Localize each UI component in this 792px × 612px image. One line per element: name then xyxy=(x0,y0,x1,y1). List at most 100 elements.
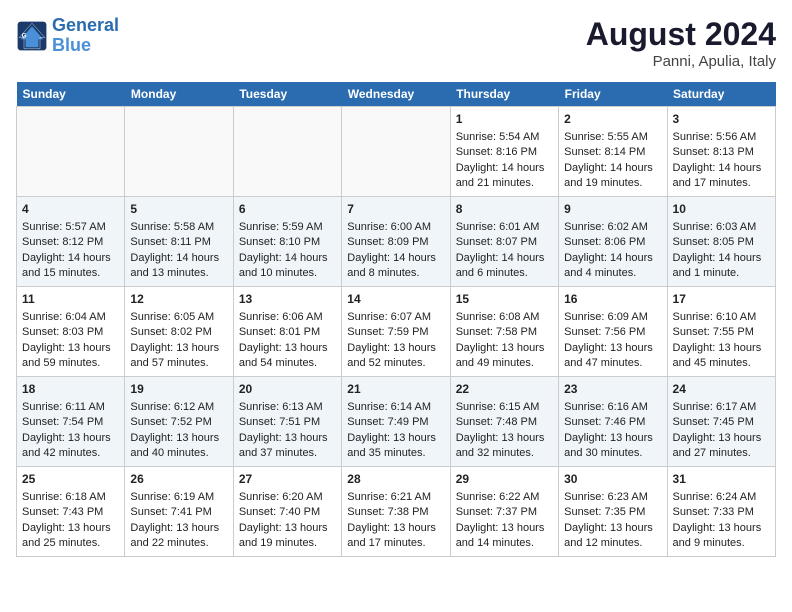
day-number: 2 xyxy=(564,111,661,128)
svg-text:G: G xyxy=(22,32,27,39)
day-info: Sunrise: 5:57 AMSunset: 8:12 PMDaylight:… xyxy=(22,221,111,279)
day-number: 10 xyxy=(673,201,770,218)
day-info: Sunrise: 6:18 AMSunset: 7:43 PMDaylight:… xyxy=(22,491,111,549)
day-number: 11 xyxy=(22,291,119,308)
day-number: 5 xyxy=(130,201,227,218)
calendar-cell: 6 Sunrise: 5:59 AMSunset: 8:10 PMDaylight… xyxy=(233,197,341,287)
day-number: 19 xyxy=(130,381,227,398)
day-number: 6 xyxy=(239,201,336,218)
calendar-cell: 9 Sunrise: 6:02 AMSunset: 8:06 PMDaylight… xyxy=(559,197,667,287)
calendar-cell: 2Sunrise: 5:55 AMSunset: 8:14 PMDaylight… xyxy=(559,107,667,197)
calendar-week-2: 4 Sunrise: 5:57 AMSunset: 8:12 PMDaylight… xyxy=(17,197,776,287)
day-info: Sunrise: 6:00 AMSunset: 8:09 PMDaylight:… xyxy=(347,221,436,279)
calendar-cell: 24 Sunrise: 6:17 AMSunset: 7:45 PMDayligh… xyxy=(667,377,775,467)
day-number: 18 xyxy=(22,381,119,398)
calendar-cell: 15 Sunrise: 6:08 AMSunset: 7:58 PMDayligh… xyxy=(450,287,558,377)
page-header: G General Blue August 2024 Panni, Apulia… xyxy=(16,16,776,70)
title-block: August 2024 Panni, Apulia, Italy xyxy=(586,16,776,70)
calendar-cell: 10Sunrise: 6:03 AMSunset: 8:05 PMDayligh… xyxy=(667,197,775,287)
calendar-cell: 18 Sunrise: 6:11 AMSunset: 7:54 PMDayligh… xyxy=(17,377,125,467)
day-info: Sunrise: 6:01 AMSunset: 8:07 PMDaylight:… xyxy=(456,221,545,279)
day-number: 28 xyxy=(347,471,444,488)
day-info: Sunrise: 5:56 AMSunset: 8:13 PMDaylight:… xyxy=(673,131,762,189)
day-info: Sunrise: 5:54 AMSunset: 8:16 PMDaylight:… xyxy=(456,131,545,189)
day-info: Sunrise: 6:06 AMSunset: 8:01 PMDaylight:… xyxy=(239,311,328,369)
calendar-week-1: 1 Sunrise: 5:54 AMSunset: 8:16 PMDaylight… xyxy=(17,107,776,197)
day-header-tuesday: Tuesday xyxy=(233,82,341,107)
day-number: 24 xyxy=(673,381,770,398)
day-info: Sunrise: 6:24 AMSunset: 7:33 PMDaylight:… xyxy=(673,491,762,549)
day-info: Sunrise: 6:20 AMSunset: 7:40 PMDaylight:… xyxy=(239,491,328,549)
day-info: Sunrise: 6:11 AMSunset: 7:54 PMDaylight:… xyxy=(22,401,111,459)
day-info: Sunrise: 5:59 AMSunset: 8:10 PMDaylight:… xyxy=(239,221,328,279)
day-number: 29 xyxy=(456,471,553,488)
calendar-cell: 4 Sunrise: 5:57 AMSunset: 8:12 PMDaylight… xyxy=(17,197,125,287)
location: Panni, Apulia, Italy xyxy=(586,53,776,70)
day-info: Sunrise: 6:17 AMSunset: 7:45 PMDaylight:… xyxy=(673,401,762,459)
day-number: 16 xyxy=(564,291,661,308)
day-number: 27 xyxy=(239,471,336,488)
calendar-cell: 7 Sunrise: 6:00 AMSunset: 8:09 PMDaylight… xyxy=(342,197,450,287)
day-number: 9 xyxy=(564,201,661,218)
day-info: Sunrise: 6:08 AMSunset: 7:58 PMDaylight:… xyxy=(456,311,545,369)
calendar-cell: 31 Sunrise: 6:24 AMSunset: 7:33 PMDayligh… xyxy=(667,467,775,557)
calendar-week-3: 11 Sunrise: 6:04 AMSunset: 8:03 PMDayligh… xyxy=(17,287,776,377)
day-info: Sunrise: 6:04 AMSunset: 8:03 PMDaylight:… xyxy=(22,311,111,369)
day-info: Sunrise: 6:13 AMSunset: 7:51 PMDaylight:… xyxy=(239,401,328,459)
calendar-table: SundayMondayTuesdayWednesdayThursdayFrid… xyxy=(16,82,776,557)
day-number: 31 xyxy=(673,471,770,488)
calendar-cell: 1 Sunrise: 5:54 AMSunset: 8:16 PMDaylight… xyxy=(450,107,558,197)
day-info: Sunrise: 6:23 AMSunset: 7:35 PMDaylight:… xyxy=(564,491,653,549)
logo-icon: G xyxy=(16,20,48,52)
day-info: Sunrise: 6:07 AMSunset: 7:59 PMDaylight:… xyxy=(347,311,436,369)
day-number: 15 xyxy=(456,291,553,308)
day-number: 23 xyxy=(564,381,661,398)
logo-line2: Blue xyxy=(52,35,91,55)
day-number: 20 xyxy=(239,381,336,398)
calendar-cell xyxy=(342,107,450,197)
day-number: 14 xyxy=(347,291,444,308)
calendar-cell: 13 Sunrise: 6:06 AMSunset: 8:01 PMDayligh… xyxy=(233,287,341,377)
day-number: 25 xyxy=(22,471,119,488)
day-number: 22 xyxy=(456,381,553,398)
day-info: Sunrise: 6:10 AMSunset: 7:55 PMDaylight:… xyxy=(673,311,762,369)
calendar-cell: 28 Sunrise: 6:21 AMSunset: 7:38 PMDayligh… xyxy=(342,467,450,557)
day-number: 1 xyxy=(456,111,553,128)
day-header-saturday: Saturday xyxy=(667,82,775,107)
calendar-cell xyxy=(233,107,341,197)
day-header-sunday: Sunday xyxy=(17,82,125,107)
calendar-cell: 8Sunrise: 6:01 AMSunset: 8:07 PMDaylight… xyxy=(450,197,558,287)
calendar-cell: 16 Sunrise: 6:09 AMSunset: 7:56 PMDayligh… xyxy=(559,287,667,377)
day-info: Sunrise: 6:22 AMSunset: 7:37 PMDaylight:… xyxy=(456,491,545,549)
day-info: Sunrise: 6:09 AMSunset: 7:56 PMDaylight:… xyxy=(564,311,653,369)
day-header-thursday: Thursday xyxy=(450,82,558,107)
calendar-cell: 12Sunrise: 6:05 AMSunset: 8:02 PMDayligh… xyxy=(125,287,233,377)
day-number: 4 xyxy=(22,201,119,218)
calendar-cell: 30Sunrise: 6:23 AMSunset: 7:35 PMDayligh… xyxy=(559,467,667,557)
calendar-cell: 27 Sunrise: 6:20 AMSunset: 7:40 PMDayligh… xyxy=(233,467,341,557)
day-info: Sunrise: 6:02 AMSunset: 8:06 PMDaylight:… xyxy=(564,221,653,279)
calendar-cell: 29 Sunrise: 6:22 AMSunset: 7:37 PMDayligh… xyxy=(450,467,558,557)
calendar-cell: 11 Sunrise: 6:04 AMSunset: 8:03 PMDayligh… xyxy=(17,287,125,377)
calendar-cell: 25 Sunrise: 6:18 AMSunset: 7:43 PMDayligh… xyxy=(17,467,125,557)
calendar-cell: 26Sunrise: 6:19 AMSunset: 7:41 PMDayligh… xyxy=(125,467,233,557)
calendar-cell: 23Sunrise: 6:16 AMSunset: 7:46 PMDayligh… xyxy=(559,377,667,467)
calendar-cell: 21Sunrise: 6:14 AMSunset: 7:49 PMDayligh… xyxy=(342,377,450,467)
calendar-cell xyxy=(125,107,233,197)
days-header-row: SundayMondayTuesdayWednesdayThursdayFrid… xyxy=(17,82,776,107)
logo-line1: General xyxy=(52,15,119,35)
calendar-week-4: 18 Sunrise: 6:11 AMSunset: 7:54 PMDayligh… xyxy=(17,377,776,467)
day-number: 13 xyxy=(239,291,336,308)
calendar-cell: 20 Sunrise: 6:13 AMSunset: 7:51 PMDayligh… xyxy=(233,377,341,467)
day-info: Sunrise: 6:05 AMSunset: 8:02 PMDaylight:… xyxy=(130,311,219,369)
day-number: 17 xyxy=(673,291,770,308)
day-number: 26 xyxy=(130,471,227,488)
logo: G General Blue xyxy=(16,16,119,56)
day-number: 21 xyxy=(347,381,444,398)
day-number: 7 xyxy=(347,201,444,218)
calendar-cell xyxy=(17,107,125,197)
day-header-monday: Monday xyxy=(125,82,233,107)
day-info: Sunrise: 5:58 AMSunset: 8:11 PMDaylight:… xyxy=(130,221,219,279)
day-info: Sunrise: 6:21 AMSunset: 7:38 PMDaylight:… xyxy=(347,491,436,549)
day-header-wednesday: Wednesday xyxy=(342,82,450,107)
